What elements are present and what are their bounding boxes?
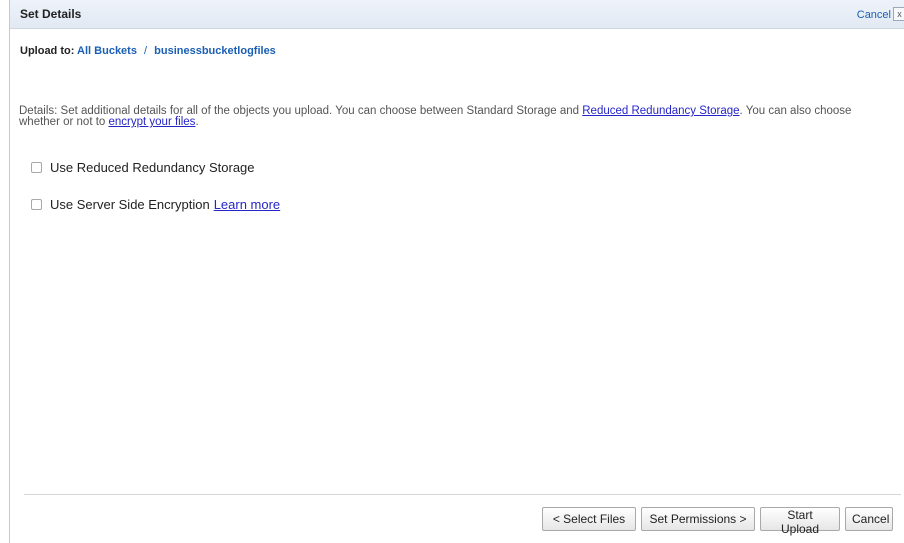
sse-label: Use Server Side Encryption bbox=[50, 197, 210, 212]
set-details-dialog: Set Details Cancel x Upload to: All Buck… bbox=[9, 0, 904, 543]
breadcrumb: Upload to: All Buckets / businessbucketl… bbox=[20, 45, 276, 57]
close-icon[interactable]: x bbox=[893, 7, 904, 21]
cancel-button[interactable]: Cancel bbox=[845, 507, 893, 531]
details-text-3: . bbox=[195, 116, 199, 128]
dialog-title: Set Details bbox=[20, 7, 82, 21]
sse-option[interactable]: Use Server Side Encryption Learn more bbox=[31, 197, 280, 212]
rrs-label: Use Reduced Redundancy Storage bbox=[50, 160, 255, 175]
encrypt-files-link[interactable]: encrypt your files bbox=[109, 116, 196, 128]
sse-checkbox[interactable] bbox=[31, 199, 42, 210]
header-cancel-link[interactable]: Cancel bbox=[857, 9, 891, 21]
rrs-checkbox[interactable] bbox=[31, 162, 42, 173]
reduced-redundancy-link[interactable]: Reduced Redundancy Storage bbox=[582, 105, 739, 117]
footer-divider bbox=[24, 494, 901, 495]
select-files-button[interactable]: < Select Files bbox=[542, 507, 636, 531]
set-permissions-button[interactable]: Set Permissions > bbox=[641, 507, 755, 531]
breadcrumb-all-buckets[interactable]: All Buckets bbox=[77, 45, 137, 57]
breadcrumb-bucket[interactable]: businessbucketlogfiles bbox=[154, 45, 276, 57]
details-description: Details: Set additional details for all … bbox=[19, 105, 889, 128]
learn-more-link[interactable]: Learn more bbox=[214, 197, 280, 212]
start-upload-button[interactable]: Start Upload bbox=[760, 507, 840, 536]
breadcrumb-prefix: Upload to: bbox=[20, 45, 75, 57]
breadcrumb-separator: / bbox=[144, 45, 148, 57]
dialog-header: Set Details Cancel x bbox=[10, 0, 904, 29]
rrs-option[interactable]: Use Reduced Redundancy Storage bbox=[31, 160, 255, 175]
